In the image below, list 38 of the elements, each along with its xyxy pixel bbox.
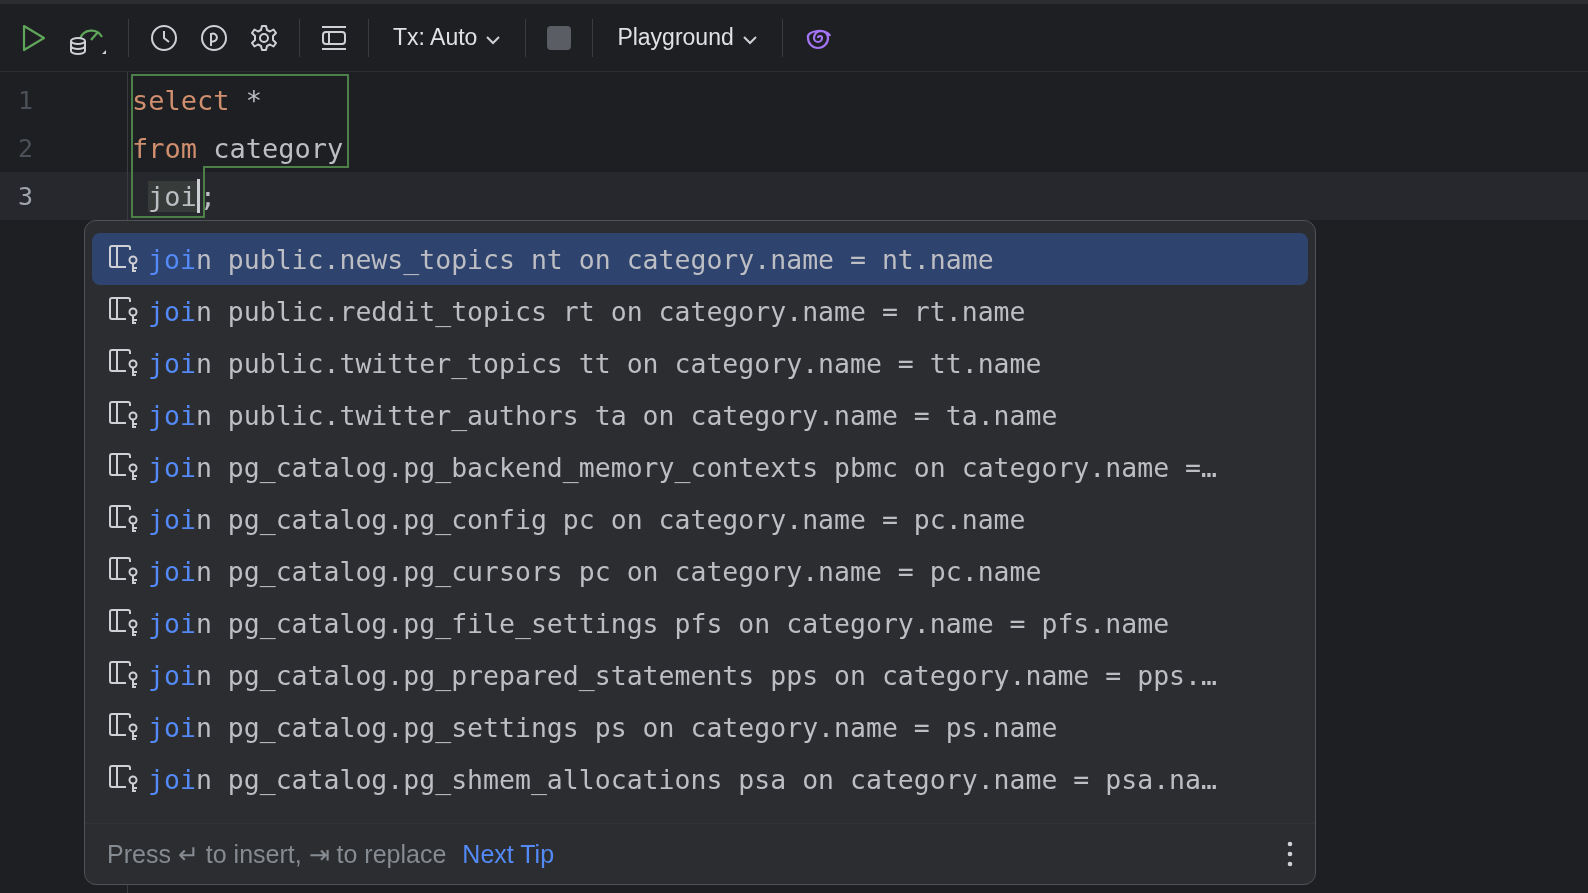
completion-item[interactable]: join pg_catalog.pg_settings ps on category.name = ps.name	[92, 701, 1308, 753]
run-icon[interactable]	[20, 22, 48, 53]
caret-icon	[485, 34, 502, 45]
table-key-icon	[108, 349, 140, 377]
clock-icon[interactable]	[149, 22, 179, 53]
table-key-icon	[108, 453, 140, 481]
p-circle-icon[interactable]	[199, 22, 229, 53]
completion-item[interactable]: join pg_catalog.pg_prepared_statements pps on category.name = pps.…	[92, 649, 1308, 701]
stop-icon[interactable]	[546, 24, 573, 51]
completion-item[interactable]: join public.twitter_topics tt on category.name = tt.name	[92, 337, 1308, 389]
layout-icon[interactable]	[320, 24, 348, 51]
table-key-icon	[108, 765, 140, 793]
completion-item[interactable]: join pg_catalog.pg_shmem_allocations psa on category.name = psa.na…	[92, 753, 1308, 805]
schema-dropdown[interactable]: Playground	[613, 24, 762, 51]
caret-icon	[741, 34, 758, 45]
completion-item[interactable]: join public.twitter_authors ta on category.name = ta.name	[92, 389, 1308, 441]
settings-icon[interactable]	[249, 22, 279, 53]
completion-item[interactable]: join pg_catalog.pg_file_settings pfs on category.name = pfs.name	[92, 597, 1308, 649]
completion-item[interactable]: join public.reddit_topics rt on category.name = rt.name	[92, 285, 1308, 337]
table-key-icon	[108, 557, 140, 585]
completion-item[interactable]: join public.news_topics nt on category.name = nt.name	[92, 233, 1308, 285]
hint-text: Press ↵ to insert, ⇥ to replace	[107, 839, 447, 869]
code-line: from category	[132, 132, 344, 164]
table-key-icon	[108, 401, 140, 429]
table-key-icon	[108, 609, 140, 637]
completion-item[interactable]: join pg_catalog.pg_backend_memory_contexts pbmc on category.name =…	[92, 441, 1308, 493]
transaction-mode-dropdown[interactable]: Tx: Auto	[389, 24, 506, 51]
code-line: select *	[132, 84, 263, 116]
next-tip-link[interactable]: Next Tip	[462, 839, 555, 869]
table-key-icon	[108, 505, 140, 533]
table-key-icon	[108, 661, 140, 689]
table-key-icon	[108, 297, 140, 325]
completion-item[interactable]: join pg_catalog.pg_cursors pc on category.name = pc.name	[92, 545, 1308, 597]
table-key-icon	[108, 245, 140, 273]
table-key-icon	[108, 713, 140, 741]
line-number: 3	[18, 181, 34, 211]
completion-item[interactable]: join pg_catalog.pg_config pc on category.name = pc.name	[92, 493, 1308, 545]
more-icon[interactable]	[1287, 841, 1293, 867]
